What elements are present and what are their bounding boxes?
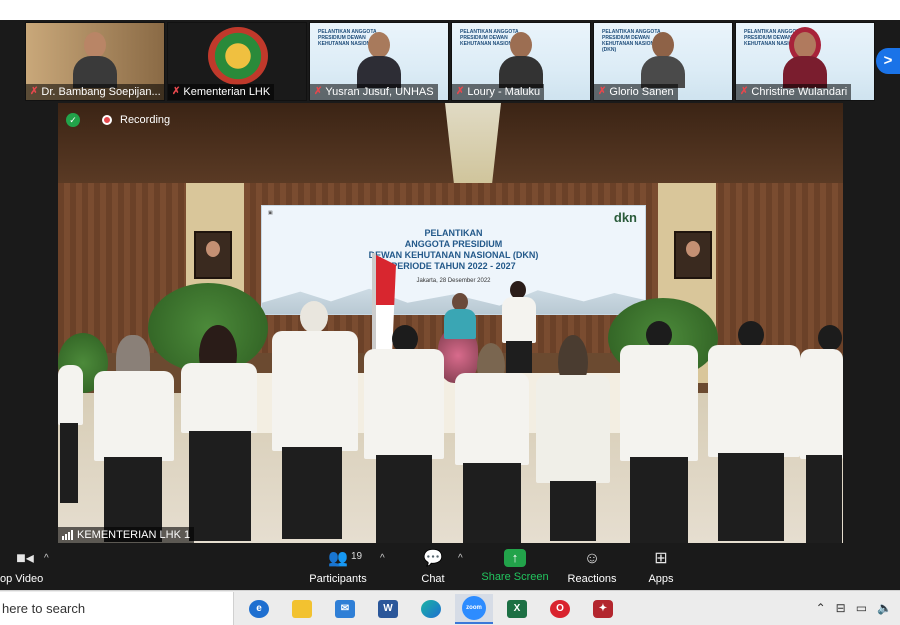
active-speaker-label: KEMENTERIAN LHK 1 <box>58 527 195 543</box>
tray-battery-icon[interactable]: ▭ <box>856 601 867 615</box>
taskbar-app-zoom[interactable]: zoom <box>455 594 493 624</box>
excel-icon: X <box>507 600 527 618</box>
participant-tile[interactable]: ✗ Kementerian LHK <box>167 22 307 101</box>
mail-icon: ✉ <box>335 600 355 618</box>
edge-icon <box>421 600 441 618</box>
participant-name: Glorio Sanen <box>609 86 674 98</box>
portrait-frame <box>674 231 712 279</box>
windows-taskbar: here to search e ✉ W zoom X O ✦ ⌃ ⊟ ▭ 🔈 <box>0 590 900 625</box>
taskbar-search-box[interactable]: here to search <box>0 592 234 625</box>
system-tray: ⌃ ⊟ ▭ 🔈 <box>816 601 892 615</box>
participant-name: Kementerian LHK <box>183 86 271 98</box>
participant-tile[interactable]: PELANTIKAN ANGGOTA PRESIDIUM DEWAN KEHUT… <box>309 22 449 101</box>
video-options-caret-icon[interactable]: ^ <box>44 553 49 564</box>
taskbar-app-opera[interactable]: O <box>541 594 579 624</box>
participant-video <box>71 30 119 88</box>
taskbar-app-file-explorer[interactable] <box>283 594 321 624</box>
portrait-frame <box>194 231 232 279</box>
chevron-right-icon: > <box>883 52 893 69</box>
participant-video <box>355 30 403 88</box>
participant-name: Dr. Bambang Soepijan... <box>41 86 161 98</box>
tray-volume-icon[interactable]: 🔈 <box>877 601 892 615</box>
participant-tile[interactable]: PELANTIKAN ANGGOTA PRESIDIUM DEWAN KEHUT… <box>451 22 591 101</box>
zoom-meeting-window: ✗ Dr. Bambang Soepijan... ✗ Kementerian LH… <box>0 0 900 625</box>
tray-network-icon[interactable]: ⊟ <box>836 601 846 615</box>
share-screen-button[interactable]: ↑ Share Screen <box>480 549 550 589</box>
taskbar-app-edge-blue[interactable]: e <box>240 594 278 624</box>
taskbar-app-red[interactable]: ✦ <box>584 594 622 624</box>
video-button[interactable]: ■◂ op Video <box>0 549 50 589</box>
taskbar-app-word[interactable]: W <box>369 594 407 624</box>
ceiling <box>58 103 843 198</box>
taskbar-app-excel[interactable]: X <box>498 594 536 624</box>
taskbar-app-edge[interactable] <box>412 594 450 624</box>
chat-button[interactable]: 💬 Chat <box>414 549 452 589</box>
recording-dot-icon <box>102 115 112 125</box>
participant-tile[interactable]: PELANTIKAN ANGGOTA PRESIDIUM DEWAN KEHUT… <box>735 22 875 101</box>
active-speaker-name: KEMENTERIAN LHK 1 <box>77 529 191 541</box>
mic-muted-icon: ✗ <box>314 86 323 97</box>
chat-icon: 💬 <box>423 550 443 567</box>
participant-tile[interactable]: PELANTIKAN ANGGOTA PRESIDIUM DEWAN KEHUT… <box>593 22 733 101</box>
folder-icon <box>292 600 312 618</box>
participant-thumbnails: ✗ Dr. Bambang Soepijan... ✗ Kementerian LH… <box>25 20 875 102</box>
reactions-smiley-icon: ☺ <box>583 550 601 567</box>
chat-options-caret-icon[interactable]: ^ <box>458 553 463 564</box>
participants-options-caret-icon[interactable]: ^ <box>380 553 385 564</box>
mic-muted-icon: ✗ <box>740 86 749 97</box>
ministry-logo-icon <box>208 27 268 85</box>
participants-button[interactable]: 👥 19 Participants <box>305 549 371 589</box>
participant-tile[interactable]: ✗ Dr. Bambang Soepijan... <box>25 22 165 101</box>
camera-icon: ■◂ <box>16 550 34 567</box>
dkn-logo: dkn <box>613 210 637 225</box>
signal-strength-icon <box>62 530 73 540</box>
meeting-controls: ■◂ op Video ^ 👥 19 Participants ^ 💬 Chat… <box>0 545 900 590</box>
apps-icon: ⊞ <box>654 550 668 567</box>
apps-button[interactable]: ⊞ Apps <box>644 549 678 589</box>
window-top-edge <box>0 0 900 20</box>
tray-chevron-up-icon[interactable]: ⌃ <box>816 601 826 615</box>
mic-muted-icon: ✗ <box>30 86 39 97</box>
participant-name: Yusran Jusuf, UNHAS <box>325 86 434 98</box>
participant-video <box>497 30 545 88</box>
mic-muted-icon: ✗ <box>456 86 465 97</box>
next-page-button[interactable]: > <box>876 48 900 74</box>
participant-video <box>639 30 687 88</box>
red-app-icon: ✦ <box>593 600 613 618</box>
participant-video <box>781 30 829 88</box>
encryption-shield-icon[interactable]: ✓ <box>66 113 80 127</box>
participant-name: Christine Wulandari <box>751 86 848 98</box>
participant-name: Loury - Maluku <box>467 86 541 98</box>
recording-indicator: ✓ Recording <box>66 111 170 129</box>
main-video-feed[interactable]: ▣ dkn PELANTIKAN ANGGOTA PRESIDIUM DEWAN… <box>58 103 843 543</box>
reactions-button[interactable]: ☺ Reactions <box>564 549 620 589</box>
mic-muted-icon: ✗ <box>172 86 181 97</box>
recording-label: Recording <box>120 114 171 126</box>
participants-count: 19 <box>351 551 363 562</box>
word-icon: W <box>378 600 398 618</box>
zoom-icon: zoom <box>462 596 486 620</box>
taskbar-app-mail[interactable]: ✉ <box>326 594 364 624</box>
mic-muted-icon: ✗ <box>598 86 607 97</box>
opera-icon: O <box>550 600 570 618</box>
edge-blue-icon: e <box>249 600 269 618</box>
share-screen-icon: ↑ <box>504 549 526 567</box>
